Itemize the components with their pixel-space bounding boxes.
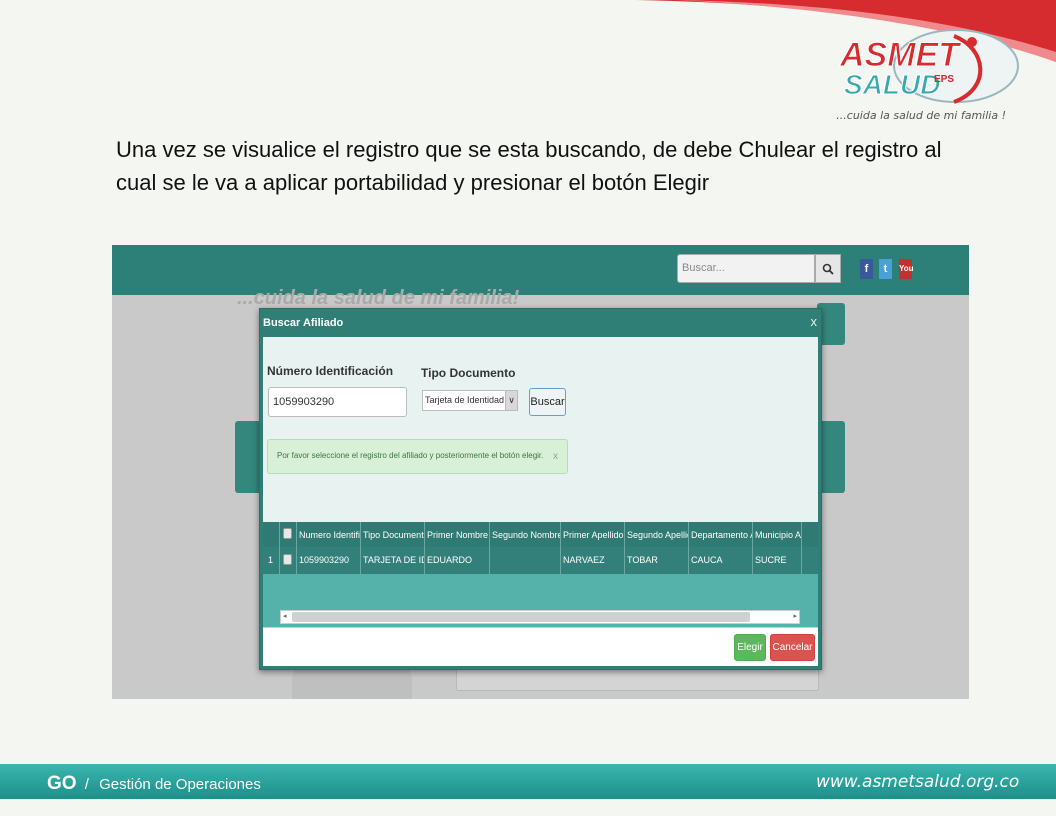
dialog-body: Número Identificación 1059903290 Tipo Do… [263, 337, 818, 627]
select-all-cell [280, 522, 297, 547]
footer-url: www.asmetsalud.org.co [816, 772, 1020, 792]
site-search-input[interactable]: Buscar... [677, 254, 815, 283]
youtube-icon[interactable]: You [899, 259, 914, 279]
tipo-label: Tipo Documento [421, 366, 516, 380]
tipo-documento-select[interactable]: Tarjeta de Identidad [422, 390, 518, 411]
logo-eps: EPS [934, 74, 954, 85]
magnifier-icon [822, 263, 834, 275]
select-all-checkbox[interactable] [283, 528, 292, 539]
row-number: 1 [263, 547, 280, 574]
column-header[interactable]: Tipo Documento [361, 522, 425, 547]
column-header[interactable]: Departamento Afi [689, 522, 753, 547]
column-header[interactable]: Segundo Apellido [625, 522, 689, 547]
scroll-left-icon[interactable]: ◂ [283, 611, 287, 623]
column-header[interactable]: Segundo Nombre [490, 522, 561, 547]
row-number-header [263, 522, 280, 547]
info-alert: Por favor seleccione el registro del afi… [267, 439, 568, 474]
column-header[interactable]: Primer Apellido [561, 522, 625, 547]
buscar-afiliado-dialog: Buscar Afiliado x Número Identificación … [259, 308, 822, 670]
dialog-title: Buscar Afiliado [263, 317, 344, 329]
footer-title: GO / Gestión de Operaciones [47, 773, 261, 795]
column-header[interactable]: Primer Nombre [425, 522, 490, 547]
elegir-button[interactable]: Elegir [734, 634, 766, 661]
cancelar-button[interactable]: Cancelar [770, 634, 815, 661]
cell-numero-identificacion: 1059903290 [297, 547, 361, 574]
asmet-salud-logo: ASMET SALUD EPS [836, 28, 1021, 108]
chevron-down-icon[interactable]: ∨ [505, 390, 518, 411]
instructions-text: Una vez se visualice el registro que se … [116, 137, 942, 195]
alert-close-button[interactable]: x [553, 451, 558, 462]
cell-departamento: CAUCA [689, 547, 753, 574]
footer-separator: / [84, 776, 89, 793]
scroll-right-icon[interactable]: ▸ [793, 611, 797, 623]
twitter-icon[interactable]: t [879, 259, 892, 279]
grid-header: Numero Identifica Tipo Documento Primer … [263, 522, 818, 547]
cell-segundo-apellido: TOBAR [625, 547, 689, 574]
cell-primer-apellido: NARVAEZ [561, 547, 625, 574]
footer-go: GO [47, 773, 77, 794]
id-number-input[interactable]: 1059903290 [268, 387, 407, 417]
dialog-footer: Elegir Cancelar [263, 627, 818, 666]
table-row[interactable]: 1 1059903290 TARJETA DE IDE EDUARDO NARV… [263, 547, 818, 574]
site-slogan: ...cuida la salud de mi familia! [237, 287, 520, 309]
cell-tipo-documento: TARJETA DE IDE [361, 547, 425, 574]
tagline: ...cuida la salud de mi familia ! [836, 109, 1006, 122]
cell-primer-nombre: EDUARDO [425, 547, 490, 574]
cell-segundo-nombre [490, 547, 561, 574]
column-header[interactable]: Numero Identifica [297, 522, 361, 547]
site-search-button[interactable] [815, 254, 841, 283]
footer-section: Gestión de Operaciones [99, 776, 261, 793]
horizontal-scrollbar[interactable]: ◂ ▸ [280, 610, 800, 624]
cell-municipio: SUCRE [753, 547, 802, 574]
row-select-cell [280, 547, 297, 574]
alert-message: Por favor seleccione el registro del afi… [277, 451, 544, 460]
id-label: Número Identificación [267, 364, 394, 378]
column-header[interactable]: Municipio Afili [753, 522, 802, 547]
row-select-checkbox[interactable] [283, 554, 292, 565]
app-screenshot: Buscar... f t You ...cuida la salud de m… [112, 245, 969, 699]
dialog-close-button[interactable]: x [811, 314, 818, 329]
buscar-button[interactable]: Buscar [529, 388, 566, 416]
scrollbar-thumb[interactable] [292, 612, 750, 622]
logo-salud: SALUD [844, 69, 940, 100]
results-grid: Numero Identifica Tipo Documento Primer … [263, 522, 818, 627]
facebook-icon[interactable]: f [860, 259, 873, 279]
